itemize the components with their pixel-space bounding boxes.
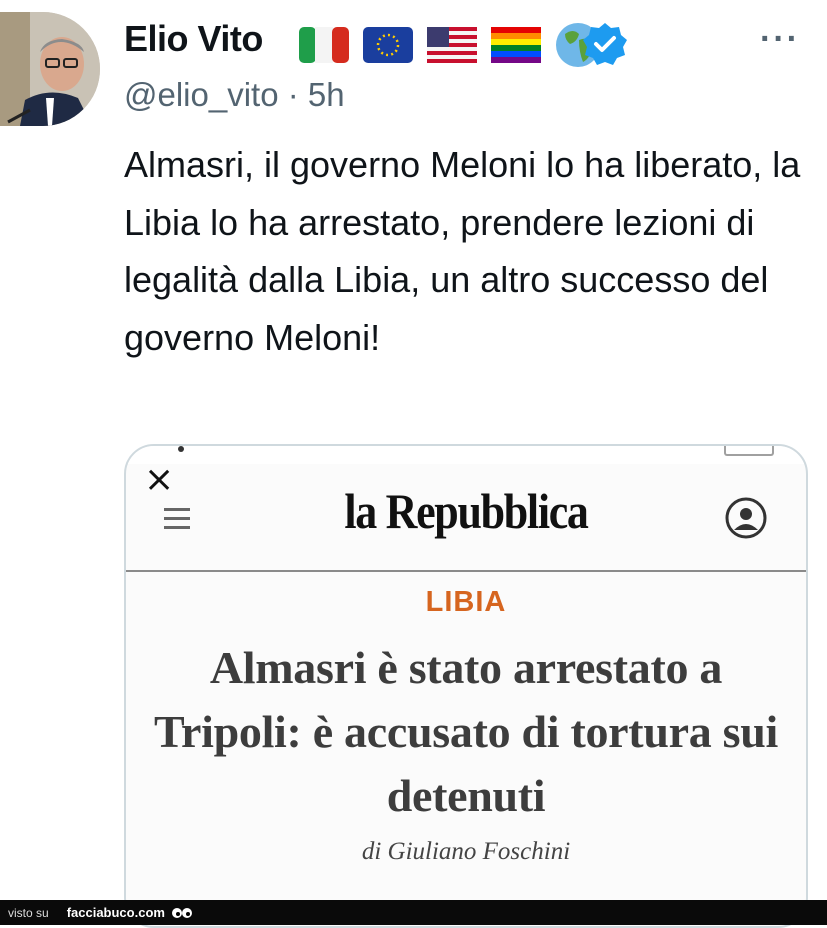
- verified-badge-icon: [583, 23, 627, 65]
- header-divider: [126, 570, 806, 572]
- italy-flag-icon: [299, 27, 349, 63]
- eu-flag-icon: [363, 27, 413, 63]
- watermark-footer: visto su facciabuco.com: [0, 900, 827, 925]
- section-label: LIBIA: [425, 586, 507, 618]
- article-byline: di Giuliano Foschini: [361, 838, 571, 865]
- rainbow-flag-icon: [491, 27, 541, 63]
- account-icon[interactable]: [724, 496, 768, 540]
- news-screenshot-card[interactable]: × la Repubblica LIBIA Almasri è stato ar…: [124, 444, 808, 928]
- author-avatar[interactable]: [0, 12, 100, 126]
- battery-icon: [724, 446, 774, 456]
- newspaper-logo: la Repubblica: [344, 483, 589, 539]
- more-options-button[interactable]: ···: [760, 20, 800, 59]
- eyes-logo-icon: [171, 906, 193, 920]
- tweet-text: Almasri, il governo Meloni lo ha liberat…: [124, 144, 801, 358]
- author-handle-time[interactable]: @elio_vito · 5h: [124, 76, 345, 114]
- footer-visto: visto su: [8, 905, 49, 920]
- status-dot: [178, 446, 184, 452]
- article-headline: Almasri è stato arrestato a Tripoli: è a…: [154, 642, 778, 821]
- usa-flag-icon: [427, 27, 477, 63]
- flag-emoji-row: [299, 22, 601, 68]
- author-name[interactable]: Elio Vito: [124, 18, 263, 60]
- card-status-bar: [126, 446, 806, 464]
- footer-site: facciabuco.com: [66, 905, 165, 920]
